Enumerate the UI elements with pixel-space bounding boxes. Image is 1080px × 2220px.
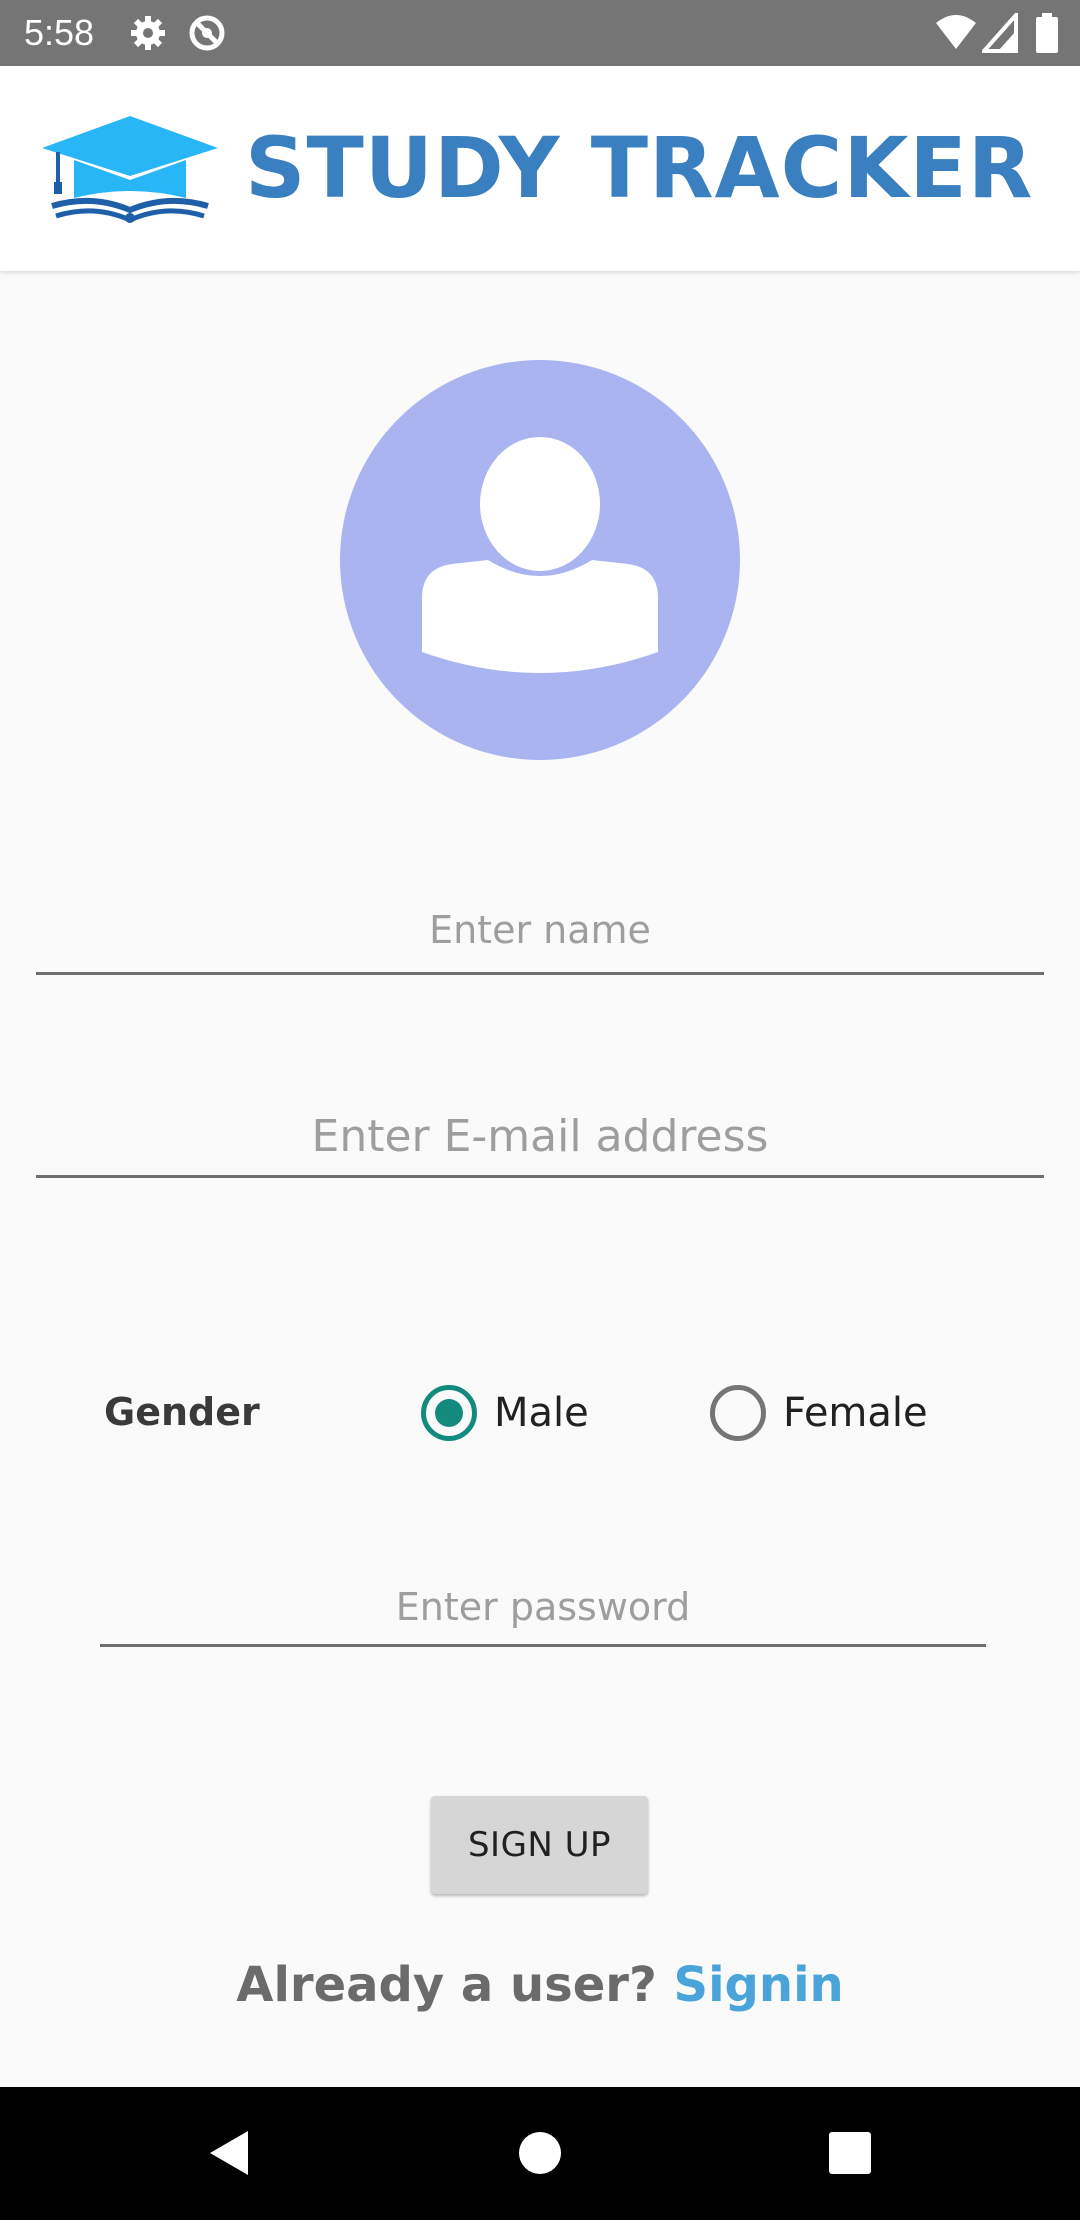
female-radio-label[interactable]: Female [783, 1387, 928, 1439]
name-field[interactable]: Enter name [36, 900, 1044, 975]
sync-icon [187, 13, 227, 57]
password-field[interactable]: Enter password [100, 1582, 986, 1647]
graduation-cap-book-icon [40, 114, 220, 228]
female-radio-button[interactable] [710, 1385, 766, 1441]
settings-icon [128, 13, 168, 57]
signin-row: Already a user? Signin [0, 1950, 1080, 2020]
signup-screen: 5:58 STUDY TRACKER Enter name Enter E-ma… [0, 0, 1080, 2220]
signup-button[interactable]: SIGN UP [431, 1796, 648, 1894]
status-time: 5:58 [24, 12, 95, 53]
battery-icon [1036, 13, 1058, 57]
recents-icon[interactable] [810, 2117, 890, 2189]
gender-label: Gender [104, 1390, 260, 1434]
profile-avatar[interactable] [340, 360, 740, 760]
email-field[interactable]: Enter E-mail address [36, 1105, 1044, 1178]
home-icon[interactable] [500, 2117, 580, 2189]
app-header: STUDY TRACKER [0, 66, 1080, 271]
app-title: STUDY TRACKER [245, 119, 1034, 217]
signal-icon [979, 9, 1018, 57]
person-silhouette-icon [422, 437, 658, 673]
signin-link[interactable]: Signin [674, 1957, 844, 2013]
status-bar: 5:58 [0, 0, 1080, 66]
navigation-bar [0, 2087, 1080, 2220]
back-icon[interactable] [190, 2117, 270, 2189]
male-radio-button[interactable] [421, 1385, 477, 1441]
male-radio-label[interactable]: Male [494, 1387, 589, 1439]
wifi-icon [934, 13, 978, 57]
signin-prompt: Already a user? [236, 1957, 657, 2013]
